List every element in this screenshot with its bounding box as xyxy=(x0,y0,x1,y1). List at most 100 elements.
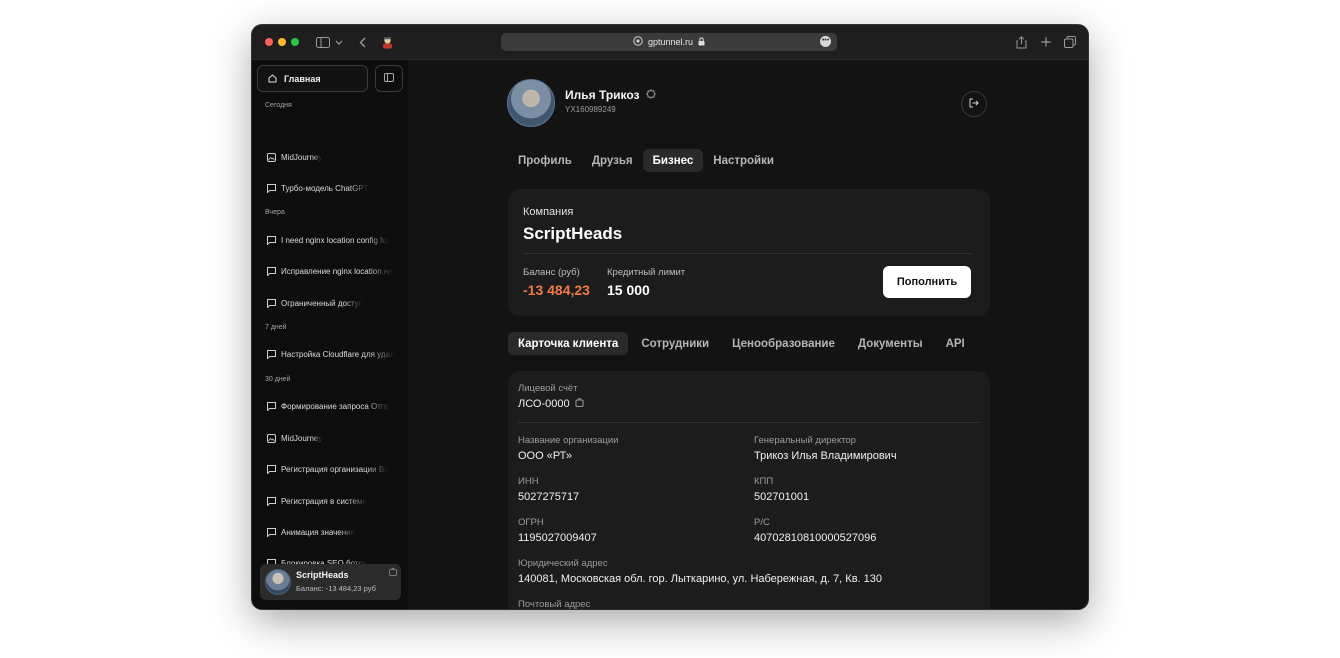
sidebar-item-label: Главная xyxy=(284,73,321,84)
logout-icon xyxy=(969,98,979,110)
tab-employees[interactable]: Сотрудники xyxy=(631,332,719,355)
org-name-value: ООО «РТ» xyxy=(518,450,573,462)
close-window-button[interactable] xyxy=(265,38,273,46)
chat-icon xyxy=(267,298,276,308)
chat-history-item[interactable]: Регистрация организации Вл xyxy=(267,462,397,476)
client-card: Лицевой счёт ЛСО-0000 Название организац… xyxy=(508,371,990,609)
ogrn-label: ОГРН xyxy=(518,517,544,528)
credit-limit-value: 15 000 xyxy=(607,282,650,298)
account-number-label: Лицевой счёт xyxy=(518,383,578,394)
balance-value: -13 484,23 xyxy=(523,282,590,298)
postal-address-label: Почтовый адрес xyxy=(518,599,591,609)
tab-business[interactable]: Бизнес xyxy=(642,149,704,172)
company-name: ScriptHeads xyxy=(523,224,623,243)
profile-id: YX160989249 xyxy=(565,105,616,114)
chat-history-item[interactable]: MidJourney xyxy=(267,431,397,445)
chat-history-item[interactable]: MidJourney xyxy=(267,150,397,164)
verified-badge-icon xyxy=(645,88,656,102)
site-settings-icon[interactable] xyxy=(633,36,643,48)
chat-icon xyxy=(267,464,276,474)
tab-profile[interactable]: Профиль xyxy=(508,149,582,172)
account-card[interactable]: ScriptHeads Баланс: -13 484,23 руб xyxy=(260,564,401,600)
tab-pricing[interactable]: Ценообразование xyxy=(722,332,845,355)
sidebar: Главная Сегодня MidJourney Турбо-модель … xyxy=(252,60,408,609)
ogrn-value: 1195027009407 xyxy=(518,532,597,544)
profile-name: Илья Трикоз xyxy=(565,88,640,102)
back-icon[interactable] xyxy=(356,33,368,51)
home-icon xyxy=(268,74,277,83)
tab-settings[interactable]: Настройки xyxy=(703,149,784,172)
tab-client-card[interactable]: Карточка клиента xyxy=(508,332,629,355)
chat-history-item[interactable]: Турбо-модель ChatGPT xyxy=(267,181,397,195)
chat-icon xyxy=(267,349,276,359)
business-subtabs: Карточка клиента Сотрудники Ценообразова… xyxy=(508,332,975,355)
url-text: gptunnel.ru xyxy=(647,37,694,47)
browser-window: gptunnel.ru ••• Главная Сегодня MidJourn… xyxy=(252,25,1088,609)
account-name: ScriptHeads xyxy=(296,570,349,580)
image-icon xyxy=(267,152,276,162)
account-balance: Баланс: -13 484,23 руб xyxy=(296,584,376,593)
sidebar-item-home[interactable]: Главная xyxy=(257,65,368,92)
section-label: 7 дней xyxy=(265,324,287,331)
chat-history-item[interactable]: Ограниченный доступ xyxy=(267,296,397,310)
profile-avatar xyxy=(507,79,555,127)
kpp-label: КПП xyxy=(754,476,774,487)
chat-history-item[interactable]: Формирование запроса Отпр xyxy=(267,399,397,413)
kpp-value: 502701001 xyxy=(754,491,810,503)
sidebar-toggle-icon[interactable] xyxy=(315,33,331,51)
inn-label: ИНН xyxy=(518,476,539,487)
logout-button[interactable] xyxy=(961,91,987,117)
more-options-icon[interactable]: ••• xyxy=(820,36,831,47)
share-icon[interactable] xyxy=(1014,33,1028,51)
org-name-label: Название организации xyxy=(518,435,619,446)
section-label: Вчера xyxy=(265,209,285,216)
zoom-window-button[interactable] xyxy=(291,38,299,46)
chat-icon xyxy=(267,496,276,506)
lock-icon xyxy=(698,36,705,48)
tab-friends[interactable]: Друзья xyxy=(582,149,643,172)
chevron-down-icon[interactable] xyxy=(334,33,344,51)
company-label: Компания xyxy=(523,206,574,218)
legal-address-value: 140081, Московская обл. гор. Лыткарино, … xyxy=(518,573,883,585)
browser-toolbar: gptunnel.ru ••• xyxy=(252,25,1088,60)
site-favicon-icon xyxy=(380,33,394,51)
sidebar-panel-icon xyxy=(384,72,394,85)
chat-history-item[interactable]: Регистрация в системе xyxy=(267,494,397,508)
minimize-window-button[interactable] xyxy=(278,38,286,46)
main-content: Илья Трикоз YX160989249 Профиль Друзья Б… xyxy=(408,60,1088,609)
copy-icon[interactable] xyxy=(389,568,397,578)
chat-icon xyxy=(267,401,276,411)
inn-value: 5027275717 xyxy=(518,491,580,503)
image-icon xyxy=(267,433,276,443)
chat-history-item[interactable]: Анимация значения xyxy=(267,525,397,539)
director-label: Генеральный директор xyxy=(754,435,856,446)
chat-history-item[interactable]: Исправление nginx location на xyxy=(267,264,397,278)
new-tab-icon[interactable] xyxy=(1039,33,1053,51)
tab-documents[interactable]: Документы xyxy=(848,332,933,355)
rs-label: Р/С xyxy=(754,517,770,528)
divider xyxy=(523,253,972,254)
director-value: Трикоз Илья Владимирович xyxy=(754,450,897,462)
avatar xyxy=(265,569,291,595)
chat-history-item[interactable]: I need nginx location config for xyxy=(267,233,397,247)
address-bar[interactable]: gptunnel.ru ••• xyxy=(501,33,837,51)
section-label: 30 дней xyxy=(265,376,291,383)
credit-limit-label: Кредитный лимит xyxy=(607,267,686,278)
chat-icon xyxy=(267,266,276,276)
account-number-value: ЛСО-0000 xyxy=(518,398,570,410)
collapse-sidebar-button[interactable] xyxy=(375,65,403,92)
rs-value: 40702810810000527096 xyxy=(754,532,877,544)
tab-overview-icon[interactable] xyxy=(1063,33,1077,51)
profile-tabs: Профиль Друзья Бизнес Настройки xyxy=(508,149,784,172)
copy-icon[interactable] xyxy=(575,398,584,410)
profile-name-row: Илья Трикоз xyxy=(565,88,656,102)
legal-address-label: Юридический адрес xyxy=(518,558,608,569)
divider xyxy=(518,422,980,423)
chat-history-item[interactable]: Настройка Cloudflare для удал xyxy=(267,347,397,361)
topup-button[interactable]: Пополнить xyxy=(883,266,971,298)
chat-icon xyxy=(267,527,276,537)
tab-api[interactable]: API xyxy=(936,332,975,355)
balance-label: Баланс (руб) xyxy=(523,267,580,278)
chat-icon xyxy=(267,235,276,245)
account-number-row: ЛСО-0000 xyxy=(518,398,584,410)
